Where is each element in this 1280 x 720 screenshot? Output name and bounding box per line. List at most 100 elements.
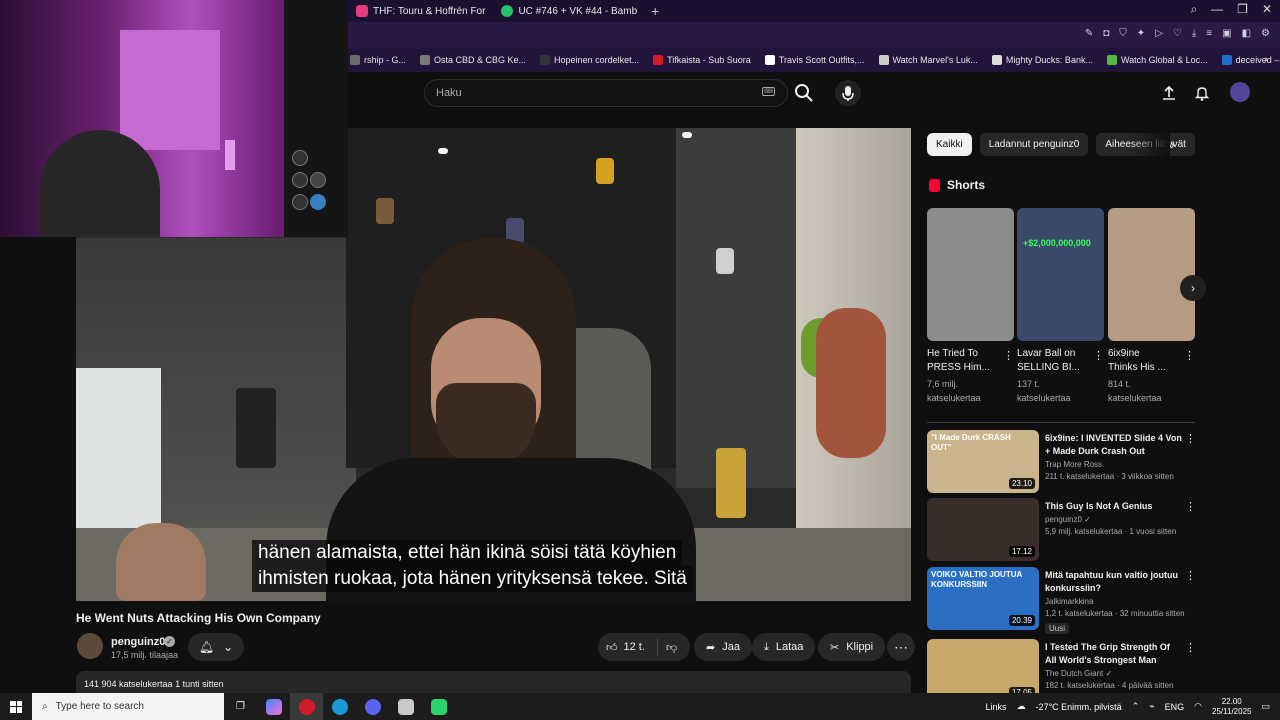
camera-icon[interactable]: ◘ bbox=[1103, 28, 1109, 39]
notifications-bell-icon[interactable] bbox=[1193, 84, 1211, 102]
more-options-icon[interactable]: ⋮ bbox=[1185, 641, 1196, 654]
taskbar-app-opera[interactable] bbox=[290, 693, 323, 720]
subscription-bell-button[interactable]: 🔔︎ ⌄ bbox=[188, 633, 244, 661]
browser-tab[interactable]: THF: Touru & Hoffrén For bbox=[348, 2, 493, 20]
weather-text[interactable]: -27°C Enimm. pilvistä bbox=[1036, 702, 1122, 712]
more-options-icon[interactable]: ⋮ bbox=[1185, 569, 1196, 582]
recommended-video[interactable]: 17.12 This Guy Is Not A Genius penguinz0 ✓… bbox=[927, 498, 1197, 562]
play-icon[interactable]: ▷ bbox=[1155, 28, 1163, 39]
bookmarks-overflow-icon[interactable]: › bbox=[1265, 54, 1268, 65]
download-button[interactable]: ⤓ Lataa bbox=[752, 633, 816, 661]
short-title[interactable]: Lavar Ball on SELLING BI... bbox=[1017, 347, 1092, 375]
more-options-icon[interactable]: ⋮ bbox=[1003, 349, 1014, 362]
short-title[interactable]: 6ix9ine Thinks His ... bbox=[1108, 347, 1183, 375]
lock-icon[interactable]: ▣ bbox=[1222, 28, 1231, 39]
search-box[interactable] bbox=[424, 79, 788, 107]
minimize-button[interactable]: — bbox=[1211, 2, 1223, 17]
bookmark-item[interactable]: Osta CBD & CBG Ke... bbox=[420, 55, 526, 65]
channel-name[interactable]: penguinz0 ✓ bbox=[1045, 515, 1185, 524]
more-options-icon[interactable]: ⋮ bbox=[1093, 349, 1104, 362]
short-thumbnail[interactable] bbox=[1108, 208, 1195, 341]
close-button[interactable]: ✕ bbox=[1262, 2, 1272, 17]
video-thumbnail[interactable]: VOIKO VALTIO JOUTUA KONKURSSIIN 20.39 bbox=[927, 567, 1039, 630]
upload-icon[interactable] bbox=[1160, 84, 1178, 102]
edit-icon[interactable]: ✎ bbox=[1085, 28, 1093, 39]
video-title[interactable]: This Guy Is Not A Genius bbox=[1045, 500, 1185, 513]
app-icon bbox=[265, 698, 282, 715]
task-view-button[interactable]: ❐ bbox=[224, 693, 257, 720]
channel-avatar[interactable] bbox=[77, 633, 103, 659]
like-button[interactable]: 👍︎ 12 t. bbox=[598, 638, 658, 656]
clock[interactable]: 22.00 25/11/2025 bbox=[1212, 697, 1251, 717]
video-title[interactable]: I Tested The Grip Strength Of All World'… bbox=[1045, 641, 1185, 667]
extension-icon[interactable]: ✦ bbox=[1137, 28, 1145, 39]
recommended-video[interactable]: "I Made Durk CRASH OUT" 23.10 6ix9ine: I I… bbox=[927, 430, 1197, 494]
recommended-video[interactable]: VOIKO VALTIO JOUTUA KONKURSSIIN 20.39 Mitä… bbox=[927, 567, 1197, 634]
shield-icon[interactable]: ⛉ bbox=[1119, 28, 1127, 39]
channel-name[interactable]: penguinz0 bbox=[111, 636, 165, 648]
browser-tab[interactable]: UC #746 + VK #44 - Bamb bbox=[493, 2, 645, 20]
taskbar-app[interactable] bbox=[422, 693, 455, 720]
short-card[interactable]: 6ix9ine Thinks His ... 814 t. katselukert… bbox=[1108, 208, 1195, 405]
new-tab-button[interactable]: + bbox=[645, 3, 665, 19]
more-options-icon[interactable]: ⋮ bbox=[1185, 432, 1196, 445]
bookmark-label: Hopeinen cordelket... bbox=[554, 55, 640, 65]
search-tabs-icon[interactable]: ⌕ bbox=[1190, 2, 1197, 17]
wifi-icon[interactable]: ◠ bbox=[1194, 701, 1202, 712]
short-title[interactable]: He Tried To PRESS Him... bbox=[927, 347, 1002, 375]
bookmark-item[interactable]: Mighty Ducks: Bank... bbox=[991, 55, 1093, 65]
taskbar-search[interactable]: ⌕ Type here to search bbox=[32, 693, 224, 720]
keyboard-icon[interactable]: ⌨ bbox=[762, 87, 775, 96]
bookmark-item[interactable]: Tifkaista - Sub Suora bbox=[653, 55, 751, 65]
short-card[interactable]: He Tried To PRESS Him... 7,6 milj. katsel… bbox=[927, 208, 1014, 405]
filter-chip[interactable]: Ladannut penguinz0 bbox=[979, 133, 1089, 156]
account-avatar[interactable] bbox=[1230, 82, 1250, 102]
search-input[interactable] bbox=[436, 87, 736, 99]
taskbar-app[interactable] bbox=[389, 693, 422, 720]
menu-icon[interactable]: ≡ bbox=[1206, 28, 1212, 39]
channel-name[interactable]: Trap More Ross bbox=[1045, 460, 1185, 469]
more-options-icon[interactable]: ⋮ bbox=[1184, 349, 1195, 362]
bookmark-item[interactable]: deceived – SUORAT... bbox=[1221, 55, 1280, 65]
heart-icon[interactable]: ♡ bbox=[1173, 28, 1182, 39]
chevron-up-icon[interactable]: ⌃ bbox=[1132, 701, 1140, 712]
filter-chip[interactable]: Kaikki bbox=[927, 133, 972, 156]
language[interactable]: ENG bbox=[1165, 702, 1185, 712]
bookmark-item[interactable]: Hopeinen cordelket... bbox=[540, 55, 639, 65]
video-title[interactable]: 6ix9ine: I INVENTED Slide 4 Von + Made D… bbox=[1045, 432, 1185, 458]
share-button[interactable]: ➦ Jaa bbox=[694, 633, 752, 661]
voice-search-button[interactable] bbox=[835, 80, 861, 106]
chevron-right-icon[interactable]: › bbox=[1170, 136, 1175, 152]
network-icon[interactable]: ⌁ bbox=[1149, 701, 1154, 712]
more-options-icon[interactable]: ⋮ bbox=[1185, 500, 1196, 513]
maximize-button[interactable]: ❐ bbox=[1237, 2, 1248, 17]
channel-name[interactable]: The Dutch Giant ✓ bbox=[1045, 669, 1185, 678]
subtitle-line: hänen alamaista, ettei hän ikinä söisi t… bbox=[252, 540, 683, 566]
dislike-button[interactable]: 👎︎ bbox=[658, 641, 677, 654]
short-card[interactable]: +$2,000,000,000 Lavar Ball on SELLING BI.… bbox=[1017, 208, 1104, 405]
settings-icon[interactable]: ⚙ bbox=[1261, 28, 1270, 39]
more-actions-button[interactable]: ⋯ bbox=[887, 633, 915, 661]
links-toolbar[interactable]: Links bbox=[986, 702, 1007, 712]
clip-button[interactable]: ✂ Klippi bbox=[818, 633, 886, 661]
taskbar-app[interactable] bbox=[257, 693, 290, 720]
short-thumbnail[interactable] bbox=[927, 208, 1014, 341]
channel-name[interactable]: Jalkimarkkina bbox=[1045, 597, 1185, 606]
shorts-next-button[interactable]: › bbox=[1180, 275, 1206, 301]
taskbar-app-edge[interactable] bbox=[323, 693, 356, 720]
notifications-icon[interactable]: ▭ bbox=[1261, 701, 1270, 712]
taskbar-app-discord[interactable] bbox=[356, 693, 389, 720]
search-icon[interactable] bbox=[792, 81, 816, 105]
bookmark-item[interactable]: Watch Global & Loc... bbox=[1106, 55, 1208, 65]
video-thumbnail[interactable]: "I Made Durk CRASH OUT" 23.10 bbox=[927, 430, 1039, 493]
video-title[interactable]: Mitä tapahtuu kun valtio joutuu konkurss… bbox=[1045, 569, 1185, 595]
sidebar-icon[interactable]: ◧ bbox=[1242, 28, 1251, 39]
app-icon bbox=[430, 698, 447, 715]
bookmark-item[interactable]: rship - G... bbox=[350, 55, 406, 65]
video-thumbnail[interactable]: 17.12 bbox=[927, 498, 1039, 561]
short-thumbnail[interactable]: +$2,000,000,000 bbox=[1017, 208, 1104, 341]
bookmark-item[interactable]: Watch Marvel's Luk... bbox=[878, 55, 978, 65]
start-button[interactable] bbox=[0, 693, 32, 720]
bookmark-item[interactable]: Travis Scott Outfits,... bbox=[764, 55, 865, 65]
download-icon[interactable]: ⤓ bbox=[1192, 28, 1196, 39]
